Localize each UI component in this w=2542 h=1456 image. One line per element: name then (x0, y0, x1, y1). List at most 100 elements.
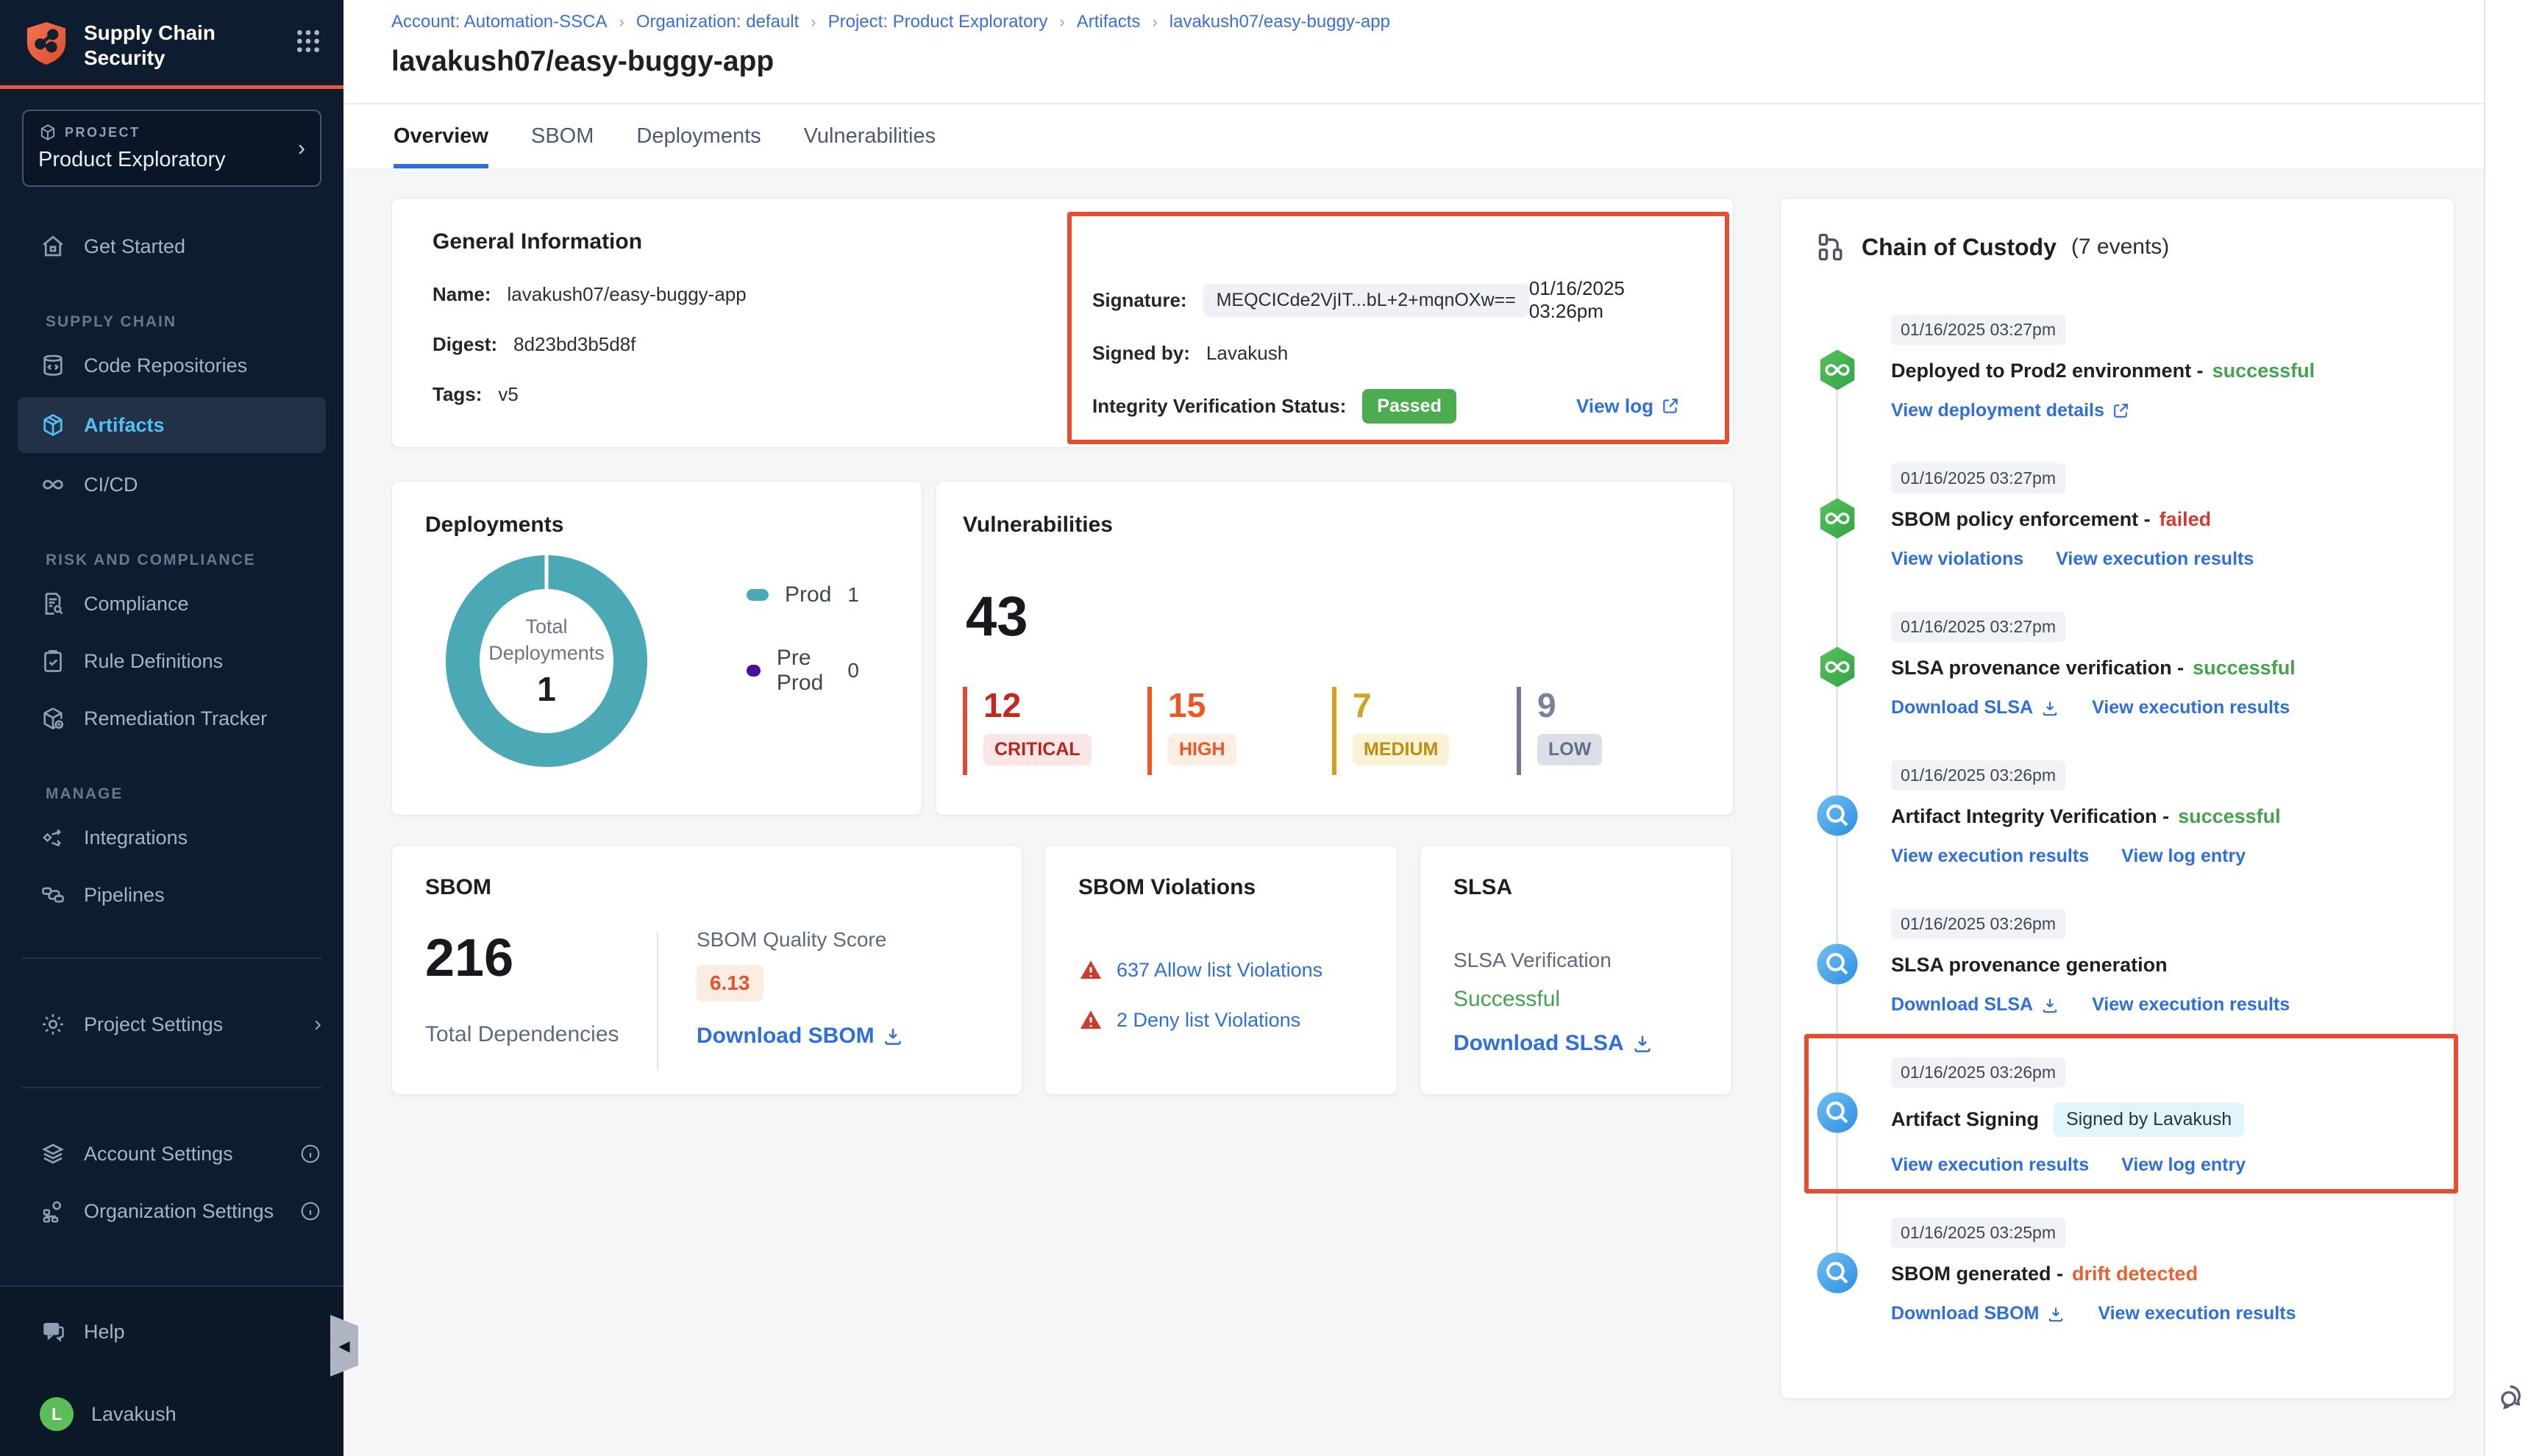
legend-value: 0 (847, 659, 859, 682)
tab-bar: Overview SBOM Deployments Vulnerabilitie… (343, 104, 2484, 168)
legend-value: 1 (847, 583, 859, 607)
sidebar-item-compliance[interactable]: Compliance (0, 575, 343, 632)
sidebar-item-organization-settings[interactable]: Organization Settings (0, 1182, 343, 1240)
view-log-link[interactable]: View log (1576, 395, 1680, 418)
event-title: Deployed to Prod2 environment - (1891, 360, 2204, 382)
chain-event-artifact-integrity: 01/16/2025 03:26pm Artifact Integrity Ve… (1815, 760, 2424, 867)
view-execution-results-link[interactable]: View execution results (1891, 1155, 2089, 1176)
event-timestamp: 01/16/2025 03:27pm (1891, 315, 2065, 345)
legend-label: Pre Prod (777, 646, 832, 696)
view-log-entry-link[interactable]: View log entry (2121, 846, 2246, 867)
app-switcher-grid-icon[interactable] (293, 26, 323, 56)
view-violations-link[interactable]: View violations (1891, 549, 2023, 570)
integrity-status-label: Integrity Verification Status: (1092, 395, 1346, 418)
page-title: lavakush07/easy-buggy-app (391, 46, 2484, 78)
signed-by-label: Signed by: (1092, 342, 1190, 365)
sidebar-item-get-started[interactable]: Get Started (0, 218, 343, 275)
event-timestamp: 01/16/2025 03:26pm (1891, 909, 2065, 939)
view-execution-results-link[interactable]: View execution results (2092, 994, 2290, 1016)
support-chat-icon[interactable] (2496, 1377, 2532, 1413)
user-name: Lavakush (91, 1403, 177, 1426)
sidebar-item-account-settings[interactable]: Account Settings (0, 1125, 343, 1182)
tab-deployments[interactable]: Deployments (636, 104, 761, 168)
cicd-hexagon-icon (1815, 496, 1860, 541)
right-rail (2484, 0, 2542, 1456)
download-icon (2046, 1305, 2065, 1324)
sidebar-item-cicd[interactable]: CI/CD (0, 456, 343, 513)
sidebar-item-integrations[interactable]: Integrations (0, 809, 343, 866)
download-slsa-link[interactable]: Download SLSA (1453, 1031, 1653, 1056)
breadcrumb-organization[interactable]: Organization: default (636, 12, 799, 32)
sidebar-item-artifacts[interactable]: Artifacts (18, 397, 326, 453)
name-label: Name: (432, 283, 491, 306)
view-execution-results-link[interactable]: View execution results (1891, 846, 2089, 867)
user-menu[interactable]: L Lavakush (0, 1385, 343, 1443)
legend-item-prod: Prod 1 (747, 582, 889, 607)
signature-value[interactable]: MEQCICde2VjIT...bL+2+mqnOXw== (1203, 284, 1529, 317)
chain-event-slsa-generation: 01/16/2025 03:26pm SLSA provenance gener… (1815, 909, 2424, 1016)
chain-of-custody-card: Chain of Custody (7 events) (1780, 198, 2454, 1399)
card-title: SBOM Violations (1078, 875, 1364, 900)
tab-vulnerabilities[interactable]: Vulnerabilities (804, 104, 936, 168)
view-execution-results-link[interactable]: View execution results (2098, 1303, 2296, 1324)
avatar: L (40, 1397, 74, 1431)
prod-legend-dot (747, 589, 769, 601)
signature-timestamp: 01/16/2025 03:26pm (1529, 277, 1680, 323)
vertical-divider (657, 931, 658, 1071)
chain-of-custody-title: Chain of Custody (1862, 234, 2057, 261)
download-sbom-link[interactable]: Download SBOM (697, 1024, 904, 1049)
sbom-violations-card: SBOM Violations 637 Allow list Violation… (1044, 845, 1398, 1095)
project-selector[interactable]: PROJECT Product Exploratory › (22, 110, 321, 187)
document-search-icon (40, 590, 66, 617)
section-label-risk-compliance: RISK AND COMPLIANCE (46, 552, 343, 569)
deny-list-violations-link[interactable]: 2 Deny list Violations (1117, 1009, 1300, 1032)
breadcrumb-artifacts[interactable]: Artifacts (1077, 12, 1141, 32)
project-cube-icon (38, 123, 57, 142)
medium-count: 7 (1353, 688, 1517, 722)
sidebar-item-remediation-tracker[interactable]: Remediation Tracker (0, 690, 343, 747)
warning-triangle-icon (1078, 1007, 1103, 1032)
signed-by-value: Lavakush (1206, 342, 1288, 365)
view-log-entry-link[interactable]: View log entry (2121, 1155, 2246, 1176)
sidebar-divider (22, 957, 321, 959)
tab-overview[interactable]: Overview (394, 104, 488, 168)
download-slsa-link[interactable]: Download SLSA (1891, 994, 2059, 1016)
breadcrumb-account[interactable]: Account: Automation-SSCA (391, 12, 607, 32)
allow-list-violations-link[interactable]: 637 Allow list Violations (1117, 959, 1322, 982)
artifacts-cube-icon (40, 412, 66, 438)
sbom-card: SBOM 216 Total Dependencies SBOM Quality… (391, 845, 1022, 1095)
sidebar-item-label: Rule Definitions (84, 650, 223, 673)
sidebar: Supply ChainSecurity PROJECT Product Exp… (0, 0, 343, 1456)
chain-of-custody-icon (1815, 231, 1847, 263)
tab-sbom[interactable]: SBOM (531, 104, 594, 168)
total-dependencies-value: 216 (425, 928, 657, 988)
breadcrumb-project[interactable]: Project: Product Exploratory (828, 12, 1048, 32)
chevron-right-icon: › (314, 1012, 321, 1037)
sidebar-item-pipelines[interactable]: Pipelines (0, 866, 343, 924)
download-slsa-link[interactable]: Download SLSA (1891, 697, 2059, 718)
project-name: Product Exploratory (38, 148, 305, 172)
sidebar-item-rule-definitions[interactable]: Rule Definitions (0, 632, 343, 690)
section-label-manage: MANAGE (46, 785, 343, 803)
breadcrumb-current[interactable]: lavakush07/easy-buggy-app (1169, 12, 1390, 32)
digest-label: Digest: (432, 333, 497, 356)
download-sbom-link[interactable]: Download SBOM (1891, 1303, 2065, 1324)
view-execution-results-link[interactable]: View execution results (2092, 697, 2290, 718)
sidebar-item-code-repositories[interactable]: Code Repositories (0, 337, 343, 394)
legend-label: Prod (785, 582, 831, 607)
project-label: PROJECT (65, 125, 140, 140)
event-status: drift detected (2072, 1263, 2198, 1285)
critical-badge: CRITICAL (983, 734, 1092, 766)
help-chat-icon: ? (40, 1318, 66, 1345)
sidebar-item-help[interactable]: ? Help (0, 1303, 343, 1360)
sidebar-item-project-settings[interactable]: Project Settings › (0, 996, 343, 1053)
event-title: SBOM generated - (1891, 1263, 2063, 1285)
chain-event-sbom-generated: 01/16/2025 03:25pm SBOM generated - drif… (1815, 1218, 2424, 1324)
app-name: Supply ChainSecurity (84, 19, 216, 71)
box-wrench-icon (40, 705, 66, 732)
status-badge-passed: Passed (1362, 389, 1456, 424)
total-deployments-value: 1 (537, 669, 556, 709)
card-title: Deployments (425, 513, 889, 538)
view-deployment-details-link[interactable]: View deployment details (1891, 400, 2130, 421)
view-execution-results-link[interactable]: View execution results (2056, 549, 2254, 570)
